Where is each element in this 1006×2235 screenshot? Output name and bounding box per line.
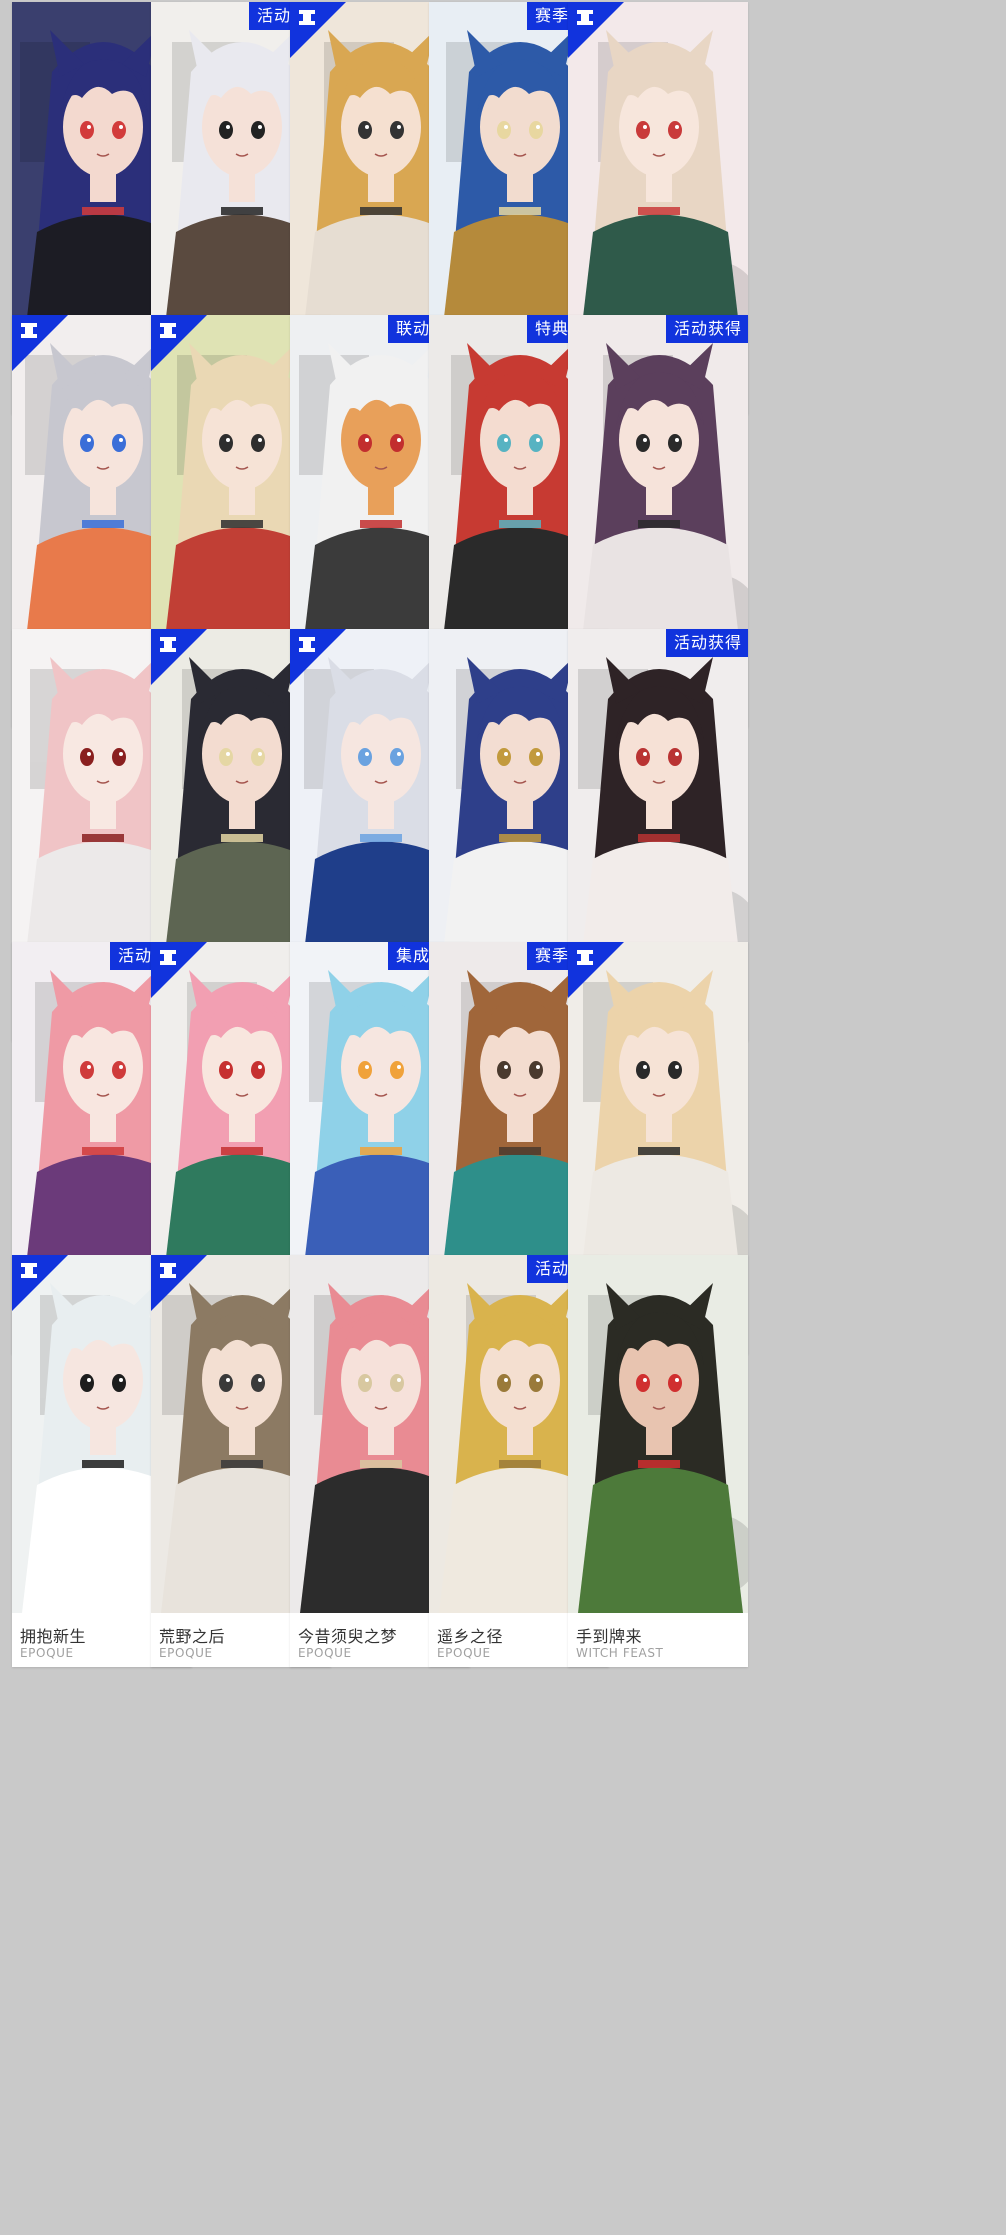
skin-series: EPOQUE — [298, 1646, 352, 1660]
acquisition-badge: 活动获得 — [665, 629, 748, 657]
brand-corner-icon — [12, 315, 68, 371]
skin-name: 今昔须臾之梦 — [298, 1627, 398, 1646]
skin-caption: 手到牌来 WITCH FEAST — [568, 1613, 748, 1667]
skin-gallery-grid: 万重山BLOODLINE OF COMBAT活动获得衣缕往昔BLOODLINE … — [0, 0, 1006, 2235]
brand-corner-icon — [151, 629, 207, 685]
brand-corner-icon — [568, 2, 624, 58]
character-illustration — [568, 1255, 748, 1613]
brand-corner-icon — [290, 629, 346, 685]
skin-series: EPOQUE — [437, 1646, 491, 1660]
skin-artwork — [568, 315, 748, 673]
skin-artwork — [568, 1255, 748, 1613]
character-illustration — [568, 629, 748, 987]
brand-corner-icon — [151, 315, 207, 371]
acquisition-badge: 活动获得 — [665, 315, 748, 343]
skin-name: 手到牌来 — [576, 1627, 643, 1646]
skin-name: 拥抱新生 — [20, 1627, 87, 1646]
brand-corner-icon — [290, 2, 346, 58]
brand-corner-icon — [151, 1255, 207, 1311]
character-illustration — [568, 315, 748, 673]
skin-card[interactable]: 手到牌来 WITCH FEAST — [568, 1255, 748, 1667]
skin-artwork — [568, 629, 748, 987]
skin-series: EPOQUE — [159, 1646, 213, 1660]
skin-name: 遥乡之径 — [437, 1627, 504, 1646]
skin-series: WITCH FEAST — [576, 1646, 664, 1660]
brand-corner-icon — [568, 942, 624, 998]
skin-series: EPOQUE — [20, 1646, 74, 1660]
brand-corner-icon — [12, 1255, 68, 1311]
brand-corner-icon — [151, 942, 207, 998]
skin-name: 荒野之后 — [159, 1627, 226, 1646]
